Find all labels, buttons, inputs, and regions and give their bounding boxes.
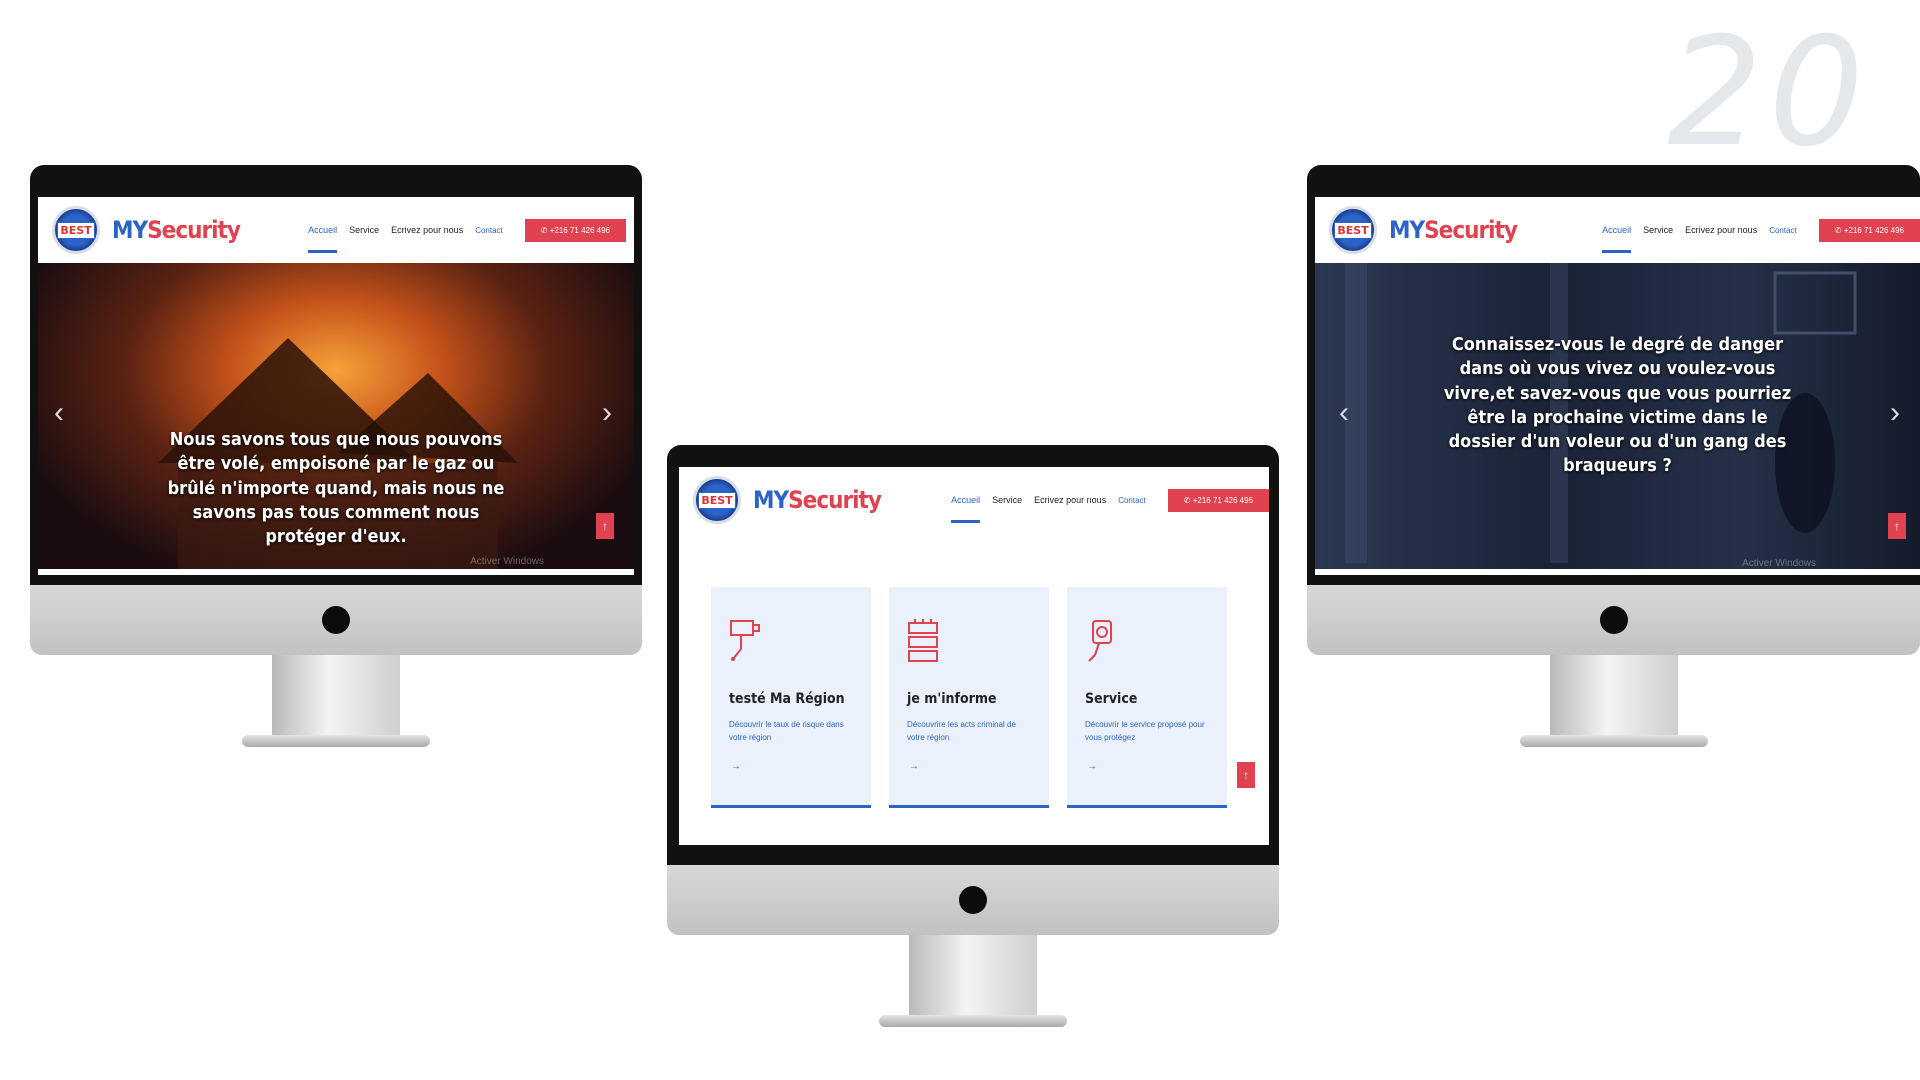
phone-number: +216 71 426 496	[1843, 225, 1904, 235]
imac-logo-dot	[1599, 606, 1628, 634]
card-service[interactable]: Service Découvrir le service proposé pou…	[1067, 587, 1227, 808]
scroll-top-button[interactable]: ↑	[1888, 513, 1906, 539]
card-arrow-link[interactable]: →	[1087, 761, 1097, 772]
imac-chin	[1307, 585, 1920, 655]
brand-security: Security	[1424, 216, 1518, 244]
imac-bezel: BEST MYSecurity Accueil Service Ecrivez …	[30, 165, 642, 585]
imac-stand-foot	[879, 1015, 1067, 1027]
card-title: testé Ma Région	[729, 691, 845, 707]
security-camera-icon	[1088, 620, 1112, 662]
logo-text: BEST	[1334, 221, 1372, 239]
imac-center: BEST MYSecurity Accueil Service Ecrivez …	[667, 445, 1279, 1030]
brand-name[interactable]: MYSecurity	[112, 216, 241, 244]
activate-windows-watermark: Activer Windows	[1742, 558, 1816, 569]
phone-number: +216 71 426 496	[549, 225, 610, 235]
carousel-prev-arrow[interactable]: ‹	[1339, 398, 1349, 428]
card-inform[interactable]: je m'informe Découvrire les acts crimina…	[889, 587, 1049, 808]
screen-center: BEST MYSecurity Accueil Service Ecrivez …	[679, 467, 1269, 845]
card-arrow-link[interactable]: →	[731, 761, 741, 772]
screen-left: BEST MYSecurity Accueil Service Ecrivez …	[38, 197, 634, 575]
imac-chin	[30, 585, 642, 655]
menu-accueil[interactable]: Accueil	[951, 495, 981, 523]
logo-text: BEST	[698, 491, 736, 509]
corner-number: 20	[1667, 6, 1870, 180]
menu-service[interactable]: Service	[349, 225, 379, 235]
card-description: Découvrir le taux de risque dans votre r…	[729, 720, 844, 742]
imac-bezel: BEST MYSecurity Accueil Service Ecrivez …	[1307, 165, 1920, 585]
activate-windows-watermark: Activer Windows	[470, 556, 544, 567]
carousel-prev-arrow[interactable]: ‹	[54, 398, 64, 428]
hero-caption: Connaissez-vous le degré de danger dans …	[1443, 334, 1792, 477]
brand-my: MY	[753, 486, 789, 514]
card-title: Service	[1085, 691, 1138, 707]
imac-logo-dot	[322, 606, 350, 634]
hero-slide-fire: Nous savons tous que nous pouvons être v…	[38, 263, 634, 569]
menu-service[interactable]: Service	[992, 495, 1022, 505]
imac-right: BEST MYSecurity Accueil Service Ecrivez …	[1307, 165, 1920, 750]
menu-ecrivez[interactable]: Ecrivez pour nous	[1685, 225, 1757, 235]
best-logo[interactable]: BEST	[1329, 206, 1377, 254]
scroll-top-button[interactable]: ↑	[596, 513, 614, 539]
site-nav: BEST MYSecurity Accueil Service Ecrivez …	[1315, 197, 1920, 263]
menu-accueil[interactable]: Accueil	[1602, 225, 1632, 253]
imac-bezel: BEST MYSecurity Accueil Service Ecrivez …	[667, 445, 1279, 865]
main-menu: Accueil Service Ecrivez pour nous Contac…	[951, 495, 1146, 523]
best-logo[interactable]: BEST	[693, 476, 741, 524]
logo-text: BEST	[57, 221, 95, 239]
brand-name[interactable]: MYSecurity	[753, 486, 882, 514]
site-nav: BEST MYSecurity Accueil Service Ecrivez …	[679, 467, 1269, 533]
imac-stand-neck	[1549, 655, 1678, 738]
server-rack-icon	[908, 619, 938, 662]
phone-button[interactable]: ✆ +216 71 426 496	[1167, 488, 1269, 512]
hero-caption: Nous savons tous que nous pouvons être v…	[167, 429, 505, 548]
imac-stand-foot	[1519, 735, 1708, 747]
main-menu: Accueil Service Ecrivez pour nous Contac…	[308, 225, 503, 253]
imac-logo-dot	[959, 886, 987, 914]
menu-service[interactable]: Service	[1643, 225, 1673, 235]
brand-security: Security	[788, 486, 882, 514]
cctv-camera-icon	[730, 620, 760, 661]
menu-contact[interactable]: Contact	[1118, 496, 1146, 505]
card-arrow-link[interactable]: →	[909, 761, 919, 772]
best-logo[interactable]: BEST	[52, 206, 100, 254]
imac-stand-neck	[272, 655, 400, 738]
imac-left: BEST MYSecurity Accueil Service Ecrivez …	[30, 165, 642, 750]
card-title: je m'informe	[907, 691, 997, 707]
hero-slide-burglar: Connaissez-vous le degré de danger dans …	[1315, 263, 1920, 569]
menu-ecrivez[interactable]: Ecrivez pour nous	[1034, 495, 1106, 505]
house-window-shape	[1773, 271, 1857, 335]
carousel-next-arrow[interactable]: ›	[1890, 398, 1900, 428]
brand-security: Security	[147, 216, 241, 244]
card-region-test[interactable]: testé Ma Région Découvrir le taux de ris…	[711, 587, 871, 808]
scroll-top-button[interactable]: ↑	[1237, 762, 1255, 788]
carousel-next-arrow[interactable]: ›	[602, 398, 612, 428]
phone-button[interactable]: ✆ +216 71 426 496	[1818, 218, 1920, 242]
imac-stand-neck	[909, 935, 1037, 1018]
screen-right: BEST MYSecurity Accueil Service Ecrivez …	[1315, 197, 1920, 575]
brand-my: MY	[1389, 216, 1425, 244]
imac-chin	[667, 865, 1279, 935]
main-menu: Accueil Service Ecrivez pour nous Contac…	[1602, 225, 1797, 253]
card-description: Découvrire les acts criminal de votre ré…	[907, 720, 1016, 742]
brand-my: MY	[112, 216, 148, 244]
brand-name[interactable]: MYSecurity	[1389, 216, 1518, 244]
menu-accueil[interactable]: Accueil	[308, 225, 338, 253]
service-cards: testé Ma Région Découvrir le taux de ris…	[711, 587, 1227, 808]
menu-ecrivez[interactable]: Ecrivez pour nous	[391, 225, 463, 235]
site-nav: BEST MYSecurity Accueil Service Ecrivez …	[38, 197, 634, 263]
menu-contact[interactable]: Contact	[1769, 226, 1797, 235]
card-description: Découvrir le service proposé pour vous p…	[1085, 720, 1205, 742]
phone-button[interactable]: ✆ +216 71 426 496	[524, 218, 626, 242]
imac-stand-foot	[242, 735, 430, 747]
phone-number: +216 71 426 496	[1192, 495, 1253, 505]
menu-contact[interactable]: Contact	[475, 226, 503, 235]
